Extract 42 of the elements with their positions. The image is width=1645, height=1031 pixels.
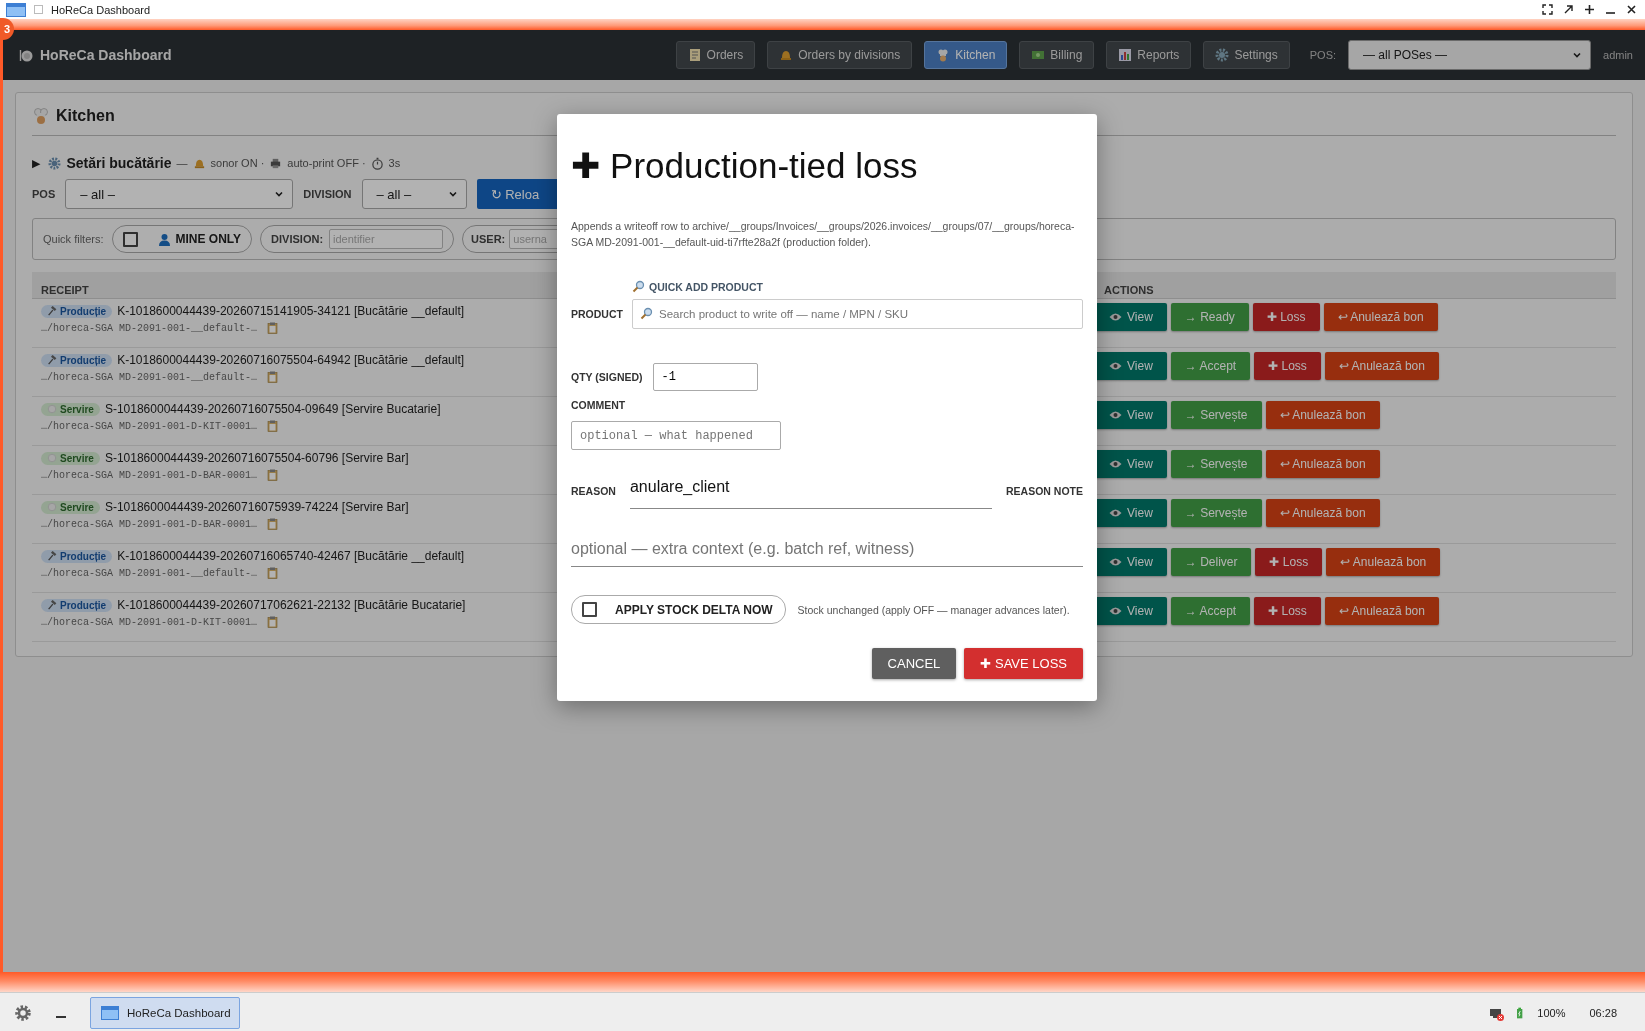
- autoprint-status: auto-print OFF ·: [287, 157, 366, 169]
- pos-label: POS:: [1309, 49, 1337, 61]
- battery-level: 100%: [1537, 1007, 1566, 1019]
- separator-dash: —: [176, 157, 188, 169]
- division-filter-label: DIVISION:: [271, 233, 324, 245]
- apply-stock-label: APPLY STOCK DELTA NOW: [615, 602, 773, 617]
- receipt-path: …/horeca-SGA MD-2091-001-D-BAR-0001…: [41, 518, 258, 530]
- receipt-path: …/horeca-SGA MD-2091-001-__default-…: [41, 371, 258, 383]
- sound-status: sonor ON ·: [210, 157, 265, 169]
- notification-badge: 3: [0, 18, 14, 40]
- refresh-interval: 3s: [388, 157, 401, 169]
- type-badge: Producție: [41, 549, 113, 563]
- window-title: HoReCa Dashboard: [51, 3, 151, 16]
- reason-note-label: REASON NOTE: [1006, 485, 1083, 499]
- quick-filters-label: Quick filters:: [43, 233, 104, 245]
- receipt-path: …/horeca-SGA MD-2091-001-D-KIT-0001…: [41, 616, 258, 628]
- type-badge: Servire: [41, 500, 100, 514]
- type-badge: Servire: [41, 451, 100, 465]
- type-badge: Producție: [41, 598, 113, 612]
- column-header: RECEIPT: [41, 284, 89, 296]
- product-label: PRODUCT: [571, 308, 624, 322]
- section-title: Kitchen: [56, 107, 115, 125]
- column-header: ACTIONS: [1104, 284, 1154, 296]
- user-filter-label: USER:: [471, 233, 506, 245]
- user-name: admin: [1603, 49, 1633, 61]
- mine-only-label: MINE ONLY: [175, 232, 242, 246]
- comment-label: COMMENT: [571, 399, 627, 411]
- receipt-path: …/horeca-SGA MD-2091-001-D-KIT-0001…: [41, 420, 258, 432]
- division-label: DIVISION: [303, 188, 352, 200]
- type-badge: Producție: [41, 304, 113, 318]
- qty-label: QTY (SIGNED): [571, 371, 643, 383]
- app-title: HoReCa Dashboard: [40, 47, 172, 63]
- type-badge: Producție: [41, 353, 113, 367]
- receipt-path: …/horeca-SGA MD-2091-001-D-BAR-0001…: [41, 469, 258, 481]
- apply-note: Stock unchanged (apply OFF — manager advances later).: [797, 603, 1070, 616]
- receipt-path: …/horeca-SGA MD-2091-001-__default-…: [41, 322, 258, 334]
- dialog-description: Appends a writeoff row to archive/__groups/Invoices/__groups/2026.invoices/__groups/07/__groups/horeca-SGA MD-2091-001-__default-uid-ti7rfte28a2f (production folder).: [571, 219, 1076, 250]
- receipt-path: …/horeca-SGA MD-2091-001-__default-…: [41, 567, 258, 579]
- clock: 06:28: [1589, 1007, 1617, 1019]
- type-badge: Servire: [41, 402, 100, 416]
- pos-label: POS: [32, 188, 56, 200]
- reason-label: REASON: [571, 485, 616, 499]
